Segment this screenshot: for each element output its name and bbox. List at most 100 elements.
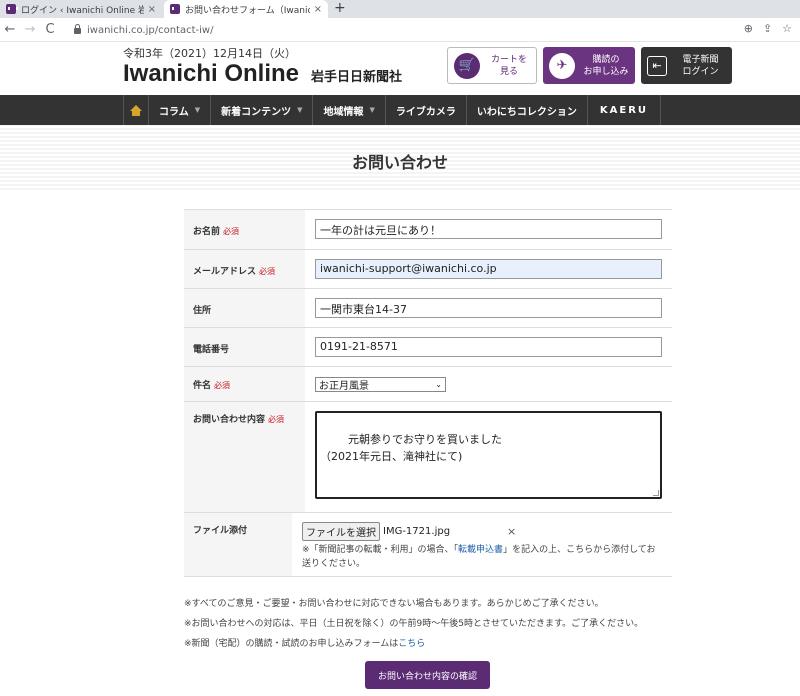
required-mark: 必須 (214, 381, 231, 390)
nav-item-live-camera[interactable]: ライブカメラ (386, 95, 467, 125)
login-label-1: 電子新聞 (682, 54, 719, 65)
lock-icon (74, 24, 81, 34)
address-bar-actions: ⊕ ⇪ ☆ (744, 22, 792, 35)
subject-selected-value: お正月風景 (319, 381, 369, 392)
name-label: お名前 (193, 227, 221, 237)
required-mark: 必須 (259, 267, 276, 276)
subscribe-label-1: 購読の (592, 54, 620, 65)
message-label: お問い合わせ内容 (193, 415, 266, 425)
tab-title: お問い合わせフォーム（Iwanichi Onl (185, 5, 310, 16)
nav-label: 地域情報 (323, 106, 364, 118)
name-field[interactable]: 一年の計は元旦にあり！ (315, 219, 662, 239)
note-line-3: ※新聞（宅配）の購読・試読のお申し込みフォームはこちら (184, 634, 643, 654)
nav-label: いわにちコレクション (476, 106, 577, 118)
url-field[interactable]: iwanichi.co.jp/contact-iw/ (74, 21, 694, 39)
nav-item-column[interactable]: コラム ▼ (149, 95, 212, 125)
note-line-1: ※すべてのご意見・ご要望・お問い合わせに対応できない場合もあります。あらかじめご… (184, 599, 604, 609)
message-textarea[interactable]: 元朝参りでお守りを買いました （2021年元日、滝神社にて) (315, 411, 662, 499)
address-field[interactable]: 一関市東台14-37 (315, 298, 662, 318)
form-row-email: メールアドレス 必須 iwanichi-support@iwanichi.co.j… (184, 250, 672, 289)
form-row-message: お問い合わせ内容 必須 元朝参りでお守りを買いました （2021年元日、滝神社にて… (184, 402, 672, 513)
forward-arrow-icon[interactable]: → (20, 22, 40, 37)
form-row-file: ファイル添付 ファイルを選択 IMG-1721.jpg × ※「新聞記事の転載・… (184, 513, 672, 577)
phone-field[interactable]: 0191-21-8571 (315, 337, 662, 357)
logo-english: Iwanichi Online (123, 60, 300, 87)
login-icon: ⇤ (647, 55, 667, 76)
form-row-subject: 件名 必須 お正月風景 ⌄ (184, 367, 672, 402)
file-note: ※「新聞記事の転載・利用」の場合、「転載申込書」を記入の上、こちらから添付してお… (302, 543, 662, 571)
tab-close-icon[interactable]: × (148, 4, 156, 15)
message-text: 元朝参りでお守りを買いました （2021年元日、滝神社にて) (320, 433, 502, 463)
nav-item-new-contents[interactable]: 新着コンテンツ ▼ (211, 95, 314, 125)
nav-label: ライブカメラ (395, 106, 456, 118)
nav-label: コラム (159, 106, 189, 118)
page-title-band: お問い合わせ (0, 125, 800, 190)
bird-icon: ✈ (549, 52, 575, 79)
choose-file-button[interactable]: ファイルを選択 (302, 522, 380, 541)
required-mark: 必須 (268, 415, 285, 424)
zoom-icon[interactable]: ⊕ (744, 22, 753, 35)
site-favicon-icon (6, 4, 18, 14)
nav-label: 新着コンテンツ (221, 106, 292, 118)
nav-home[interactable] (123, 95, 149, 125)
phone-label: 電話番号 (193, 345, 230, 355)
browser-tab-contact[interactable]: お問い合わせフォーム（Iwanichi Onl × (164, 0, 328, 18)
page-title: お問い合わせ (351, 153, 448, 172)
tab-close-icon[interactable]: × (314, 4, 322, 15)
nav-item-collection[interactable]: いわにちコレクション (467, 95, 588, 125)
logo-japanese: 岩手日日新聞社 (311, 70, 403, 85)
e-paper-login-button[interactable]: ⇤ 電子新聞 ログイン (641, 47, 732, 84)
confirm-submit-button[interactable]: お問い合わせ内容の確認 (365, 661, 490, 689)
caret-down-icon: ▼ (194, 106, 201, 114)
url-text: iwanichi.co.jp/contact-iw/ (87, 24, 214, 36)
nav-item-kaeru[interactable]: KAERU (588, 95, 662, 125)
resize-handle-icon[interactable] (653, 490, 659, 496)
cart-label-2: 見る (499, 66, 518, 77)
address-bar: ← → C iwanichi.co.jp/contact-iw/ ⊕ ⇪ ☆ (0, 18, 800, 42)
note-line-3-text: ※新聞（宅配）の購読・試読のお申し込みフォームは (184, 639, 399, 649)
cart-icon: 🛒 (454, 52, 480, 79)
caret-down-icon: ▼ (297, 106, 303, 114)
form-row-address: 住所 一関市東台14-37 (184, 289, 672, 328)
caret-down-icon: ▼ (369, 106, 375, 114)
remove-file-icon[interactable]: × (507, 525, 516, 538)
transfer-application-link[interactable]: 転載申込書 (458, 545, 503, 555)
email-label: メールアドレス (193, 267, 257, 277)
subject-select[interactable]: お正月風景 ⌄ (315, 377, 446, 392)
file-note-prefix: ※「新聞記事の転載・利用」の場合、「 (302, 545, 459, 555)
address-label: 住所 (193, 306, 212, 316)
home-icon (130, 104, 142, 116)
site-header: 令和3年（2021）12月14日（火） Iwanichi Online 岩手日日… (0, 42, 800, 95)
nav-item-local-info[interactable]: 地域情報 ▼ (313, 95, 386, 125)
email-field[interactable]: iwanichi-support@iwanichi.co.jp (315, 259, 662, 279)
chevron-down-icon: ⌄ (435, 380, 442, 389)
site-favicon-icon (170, 4, 182, 14)
star-icon[interactable]: ☆ (782, 22, 792, 35)
login-label-2: ログイン (682, 66, 719, 77)
note-line-2: ※お問い合わせへの対応は、平日（土日祝を除く）の午前9時〜午後5時とさせていただ… (184, 619, 644, 629)
new-tab-button[interactable]: + (334, 0, 346, 18)
reload-icon[interactable]: C (40, 22, 60, 37)
form-notes: ※すべてのご意見・ご要望・お問い合わせに対応できない場合もあります。あらかじめご… (184, 594, 643, 654)
required-mark: 必須 (223, 227, 240, 236)
subscription-form-link[interactable]: こちら (398, 639, 425, 649)
global-nav: コラム ▼ 新着コンテンツ ▼ 地域情報 ▼ ライブカメラ いわにちコレクション KA… (0, 95, 800, 125)
file-label: ファイル添付 (193, 526, 248, 536)
form-row-name: お名前 必須 一年の計は元旦にあり！ (184, 210, 672, 250)
contact-form: お名前 必須 一年の計は元旦にあり！ メールアドレス 必須 iwanichi-sup… (184, 209, 672, 577)
header-date: 令和3年（2021）12月14日（火） (123, 47, 296, 60)
back-arrow-icon[interactable]: ← (0, 22, 20, 37)
view-cart-button[interactable]: 🛒 カートを 見る (447, 47, 537, 84)
browser-tab-login[interactable]: ログイン ‹ Iwanichi Online 岩手日日 × (0, 0, 162, 18)
share-icon[interactable]: ⇪ (763, 22, 772, 35)
subscribe-button[interactable]: ✈ 購読の お申し込み (543, 47, 635, 84)
site-logo[interactable]: Iwanichi Online 岩手日日新聞社 (123, 60, 402, 88)
subscribe-label-2: お申し込み (583, 66, 629, 77)
browser-tab-bar: ログイン ‹ Iwanichi Online 岩手日日 × お問い合わせフォーム… (0, 0, 800, 18)
subject-label: 件名 (193, 381, 212, 391)
selected-file-name: IMG-1721.jpg (383, 526, 451, 537)
form-row-phone: 電話番号 0191-21-8571 (184, 328, 672, 367)
cart-label-1: カートを (490, 54, 527, 65)
nav-label: KAERU (599, 104, 649, 116)
tab-title: ログイン ‹ Iwanichi Online 岩手日日 (21, 5, 144, 16)
